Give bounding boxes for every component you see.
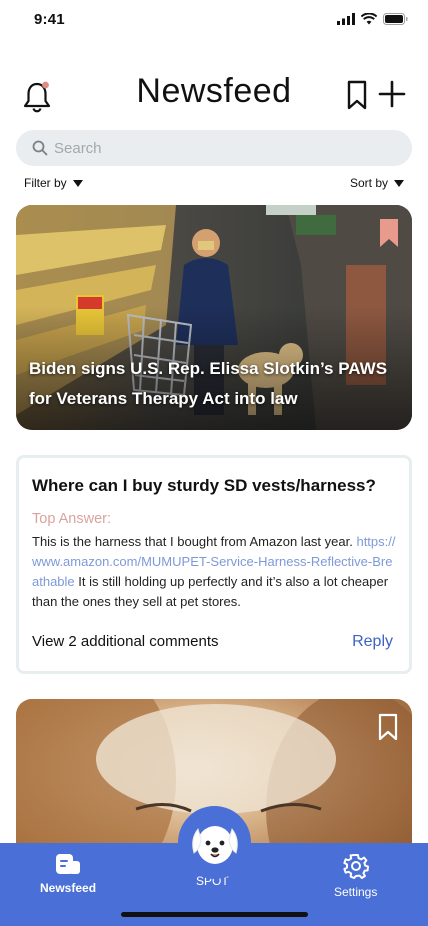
- question-title: Where can I buy sturdy SD vests/harness?: [32, 476, 376, 495]
- status-bar: 9:41: [0, 0, 428, 44]
- header: Newsfeed: [0, 70, 428, 120]
- nav-newsfeed-label: Newsfeed: [40, 881, 97, 895]
- newsfeed-screen: 9:41 Newsfeed Search Filter by Sort by B…: [0, 0, 428, 926]
- filter-by-label: Filter by: [24, 176, 67, 190]
- sort-by-dropdown[interactable]: Sort by: [350, 176, 404, 190]
- question-card-footer: View 2 additional comments Reply: [32, 633, 393, 651]
- answer-text-part-2: It is still holding up perfectly and it’…: [32, 574, 389, 609]
- search-icon: [32, 140, 48, 156]
- nav-settings-label: Settings: [334, 885, 378, 899]
- search-input[interactable]: [54, 139, 374, 157]
- chevron-down-icon: [72, 179, 83, 187]
- chevron-down-icon: [394, 179, 404, 187]
- nav-item-settings[interactable]: Settings: [334, 853, 377, 899]
- status-time: 9:41: [34, 11, 65, 28]
- battery-icon: [383, 13, 408, 25]
- answer-text-part-1: This is the harness that I bought from A…: [32, 534, 353, 549]
- gear-icon: [343, 854, 369, 879]
- wifi-icon: [361, 13, 377, 25]
- cellular-signal-icon: [337, 13, 355, 25]
- filter-sort-row: Filter by Sort by: [24, 175, 404, 191]
- news-card-title: Biden signs U.S. Rep. Elissa Slotkin’s P…: [29, 359, 388, 408]
- filter-by-dropdown[interactable]: Filter by: [24, 176, 83, 190]
- dog-face-icon: [191, 825, 238, 864]
- search-bar[interactable]: [16, 130, 412, 166]
- reply-button[interactable]: Reply: [352, 633, 393, 651]
- top-answer-label: Top Answer:: [32, 511, 111, 527]
- status-icons: [337, 13, 408, 25]
- newsfeed-icon: [56, 854, 81, 874]
- home-indicator: [121, 912, 308, 917]
- question-card[interactable]: Where can I buy sturdy SD vests/harness?…: [16, 455, 412, 674]
- top-answer-text: This is the harness that I bought from A…: [32, 532, 396, 612]
- spot-button[interactable]: [178, 806, 251, 879]
- bookmark-ribbon-icon[interactable]: [380, 219, 398, 247]
- view-comments-link[interactable]: View 2 additional comments: [32, 633, 219, 651]
- news-card[interactable]: Biden signs U.S. Rep. Elissa Slotkin’s P…: [16, 205, 412, 430]
- add-post-icon[interactable]: [378, 80, 406, 108]
- bookmark-icon[interactable]: [346, 80, 368, 110]
- sort-by-label: Sort by: [349, 176, 388, 190]
- bookmark-icon[interactable]: [378, 713, 398, 741]
- nav-item-newsfeed[interactable]: Newsfeed: [40, 853, 96, 895]
